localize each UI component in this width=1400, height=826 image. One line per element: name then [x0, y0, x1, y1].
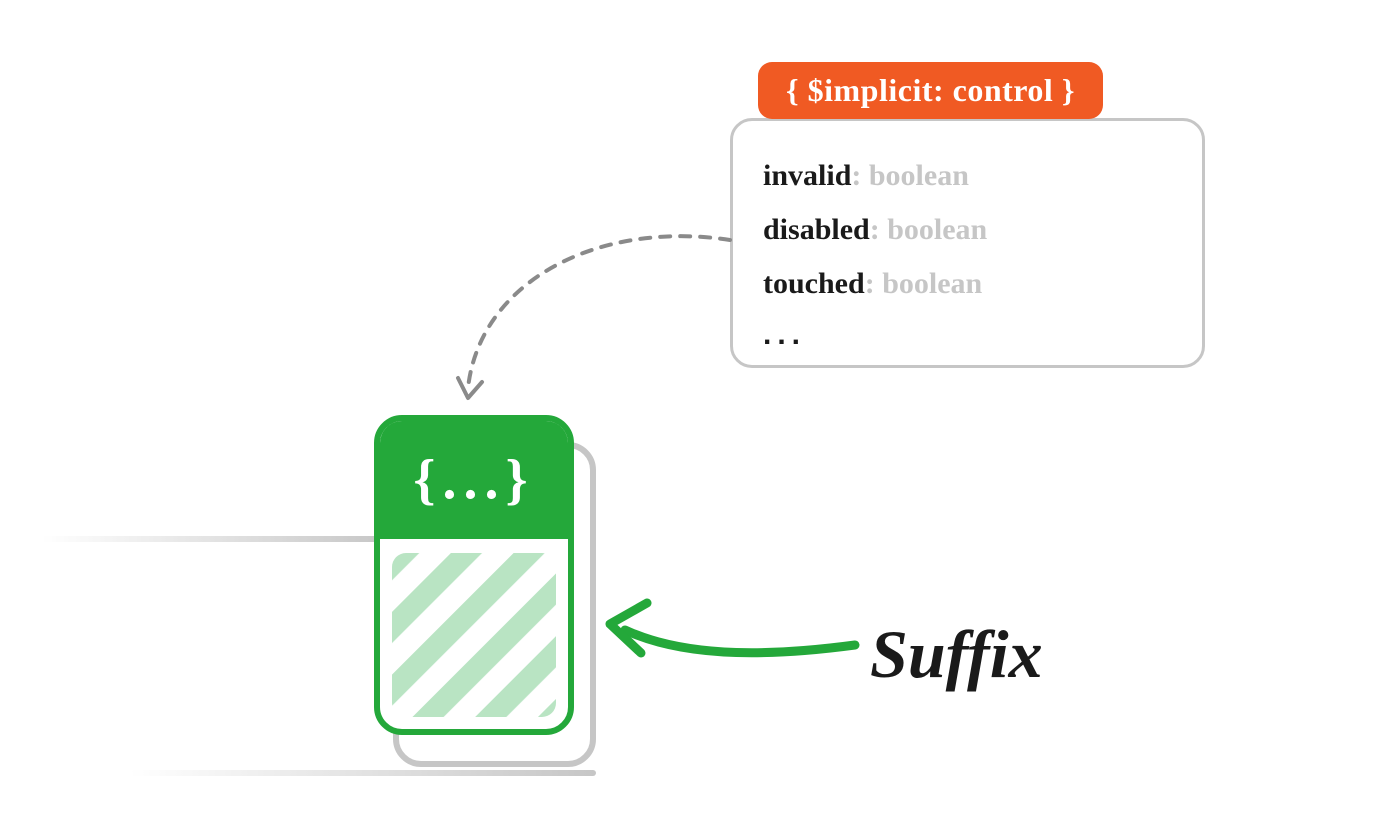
- property-key: invalid: [763, 159, 851, 192]
- property-type: boolean: [887, 213, 987, 246]
- capsule-body-slot: [392, 553, 556, 717]
- suffix-arrow: [580, 570, 870, 700]
- braces-icon: {...}: [413, 448, 534, 512]
- ellipsis: ...: [763, 311, 1172, 359]
- suffix-label: Suffix: [870, 615, 1043, 694]
- colon: :: [870, 213, 888, 246]
- capsule-header: {...}: [380, 421, 568, 539]
- context-object-box: invalid: boolean disabled: boolean touch…: [730, 118, 1205, 368]
- dashed-arrow: [420, 180, 770, 420]
- property-key: touched: [763, 267, 865, 300]
- context-pill: { $implicit: control }: [758, 62, 1103, 119]
- property-row: invalid: boolean: [763, 149, 1172, 203]
- property-row: disabled: boolean: [763, 203, 1172, 257]
- property-row: touched: boolean: [763, 257, 1172, 311]
- template-capsule: {...}: [374, 415, 574, 735]
- colon: :: [865, 267, 883, 300]
- property-key: disabled: [763, 213, 870, 246]
- colon: :: [851, 159, 869, 192]
- property-type: boolean: [882, 267, 982, 300]
- property-type: boolean: [869, 159, 969, 192]
